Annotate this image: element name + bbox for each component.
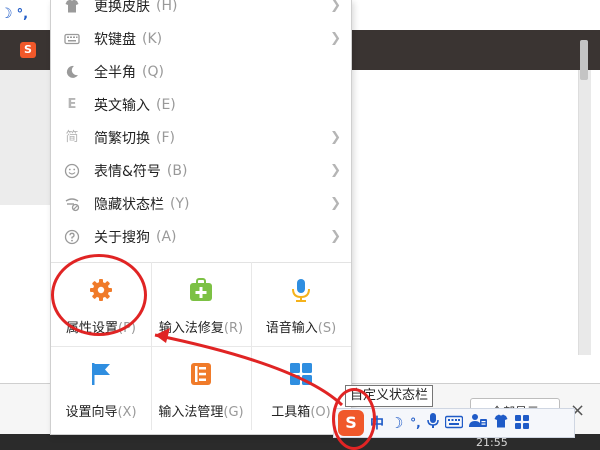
menu-item-label: 更换皮肤 — [94, 0, 150, 15]
help-icon — [64, 229, 80, 245]
menu-item-shortcut: (F) — [156, 130, 175, 146]
shirt-icon — [64, 0, 80, 14]
menu-item-shortcut: (A) — [156, 229, 177, 245]
menu-item-full-half-width[interactable]: 全半角 (Q) — [51, 56, 351, 88]
repair-kit-icon — [188, 277, 214, 303]
keyboard-icon — [64, 31, 80, 47]
tile-label: 设置向导(X) — [65, 405, 137, 420]
keyboard-icon[interactable] — [445, 414, 464, 433]
chevron-right-icon: ❯ — [330, 130, 341, 145]
punct-mode-label: °, — [16, 6, 29, 22]
menu-item-label: 英文输入 — [94, 98, 150, 114]
chevron-right-icon: ❯ — [330, 196, 341, 211]
tile-setup-wizard[interactable]: 设置向导(X) — [51, 347, 151, 431]
menu-item-label: 全半角 — [94, 65, 136, 81]
menu-item-change-skin[interactable]: 更换皮肤 (H) ❯ — [51, 0, 351, 22]
menu-item-emoji-symbols[interactable]: 表情&符号 (B) ❯ — [51, 155, 351, 187]
microphone-icon — [288, 277, 314, 303]
highlight-circle — [51, 254, 147, 336]
menu-item-shortcut: (E) — [156, 97, 176, 113]
menu-item-label: 隐藏状态栏 — [94, 197, 164, 213]
menu-item-shortcut: (B) — [166, 163, 188, 179]
menu-item-label: 表情&符号 — [94, 164, 161, 180]
background-scrollbar[interactable] — [578, 70, 591, 355]
punctuation-toggle[interactable]: °, — [409, 416, 421, 430]
chevron-right-icon: ❯ — [330, 0, 341, 13]
menu-item-shortcut: (Q) — [142, 64, 164, 80]
tile-label: 输入法修复(R) — [158, 321, 244, 336]
moon-icon: ☽ — [0, 6, 13, 22]
moon-icon[interactable]: ☽ — [390, 414, 403, 432]
menu-item-hide-statusbar[interactable]: 隐藏状态栏 (Y) ❯ — [51, 188, 351, 220]
chevron-right-icon: ❯ — [330, 163, 341, 178]
grid-icon — [288, 361, 314, 387]
menu-item-soft-keyboard[interactable]: 软键盘 (K) ❯ — [51, 23, 351, 55]
flag-icon — [88, 361, 114, 387]
menu-item-shortcut: (Y) — [170, 196, 190, 212]
shirt-icon[interactable] — [493, 413, 509, 433]
tile-label: 输入法管理(G) — [158, 405, 244, 420]
jian-char-icon: 简 — [65, 130, 79, 145]
tile-voice-input[interactable]: 语音输入(S) — [251, 263, 351, 347]
ime-context-menu: 更换皮肤 (H) ❯ 软键盘 (K) ❯ 全半角 (Q) E 英文输入 (E) … — [50, 0, 352, 435]
menu-item-about-sogou[interactable]: 关于搜狗 (A) ❯ — [51, 221, 351, 253]
chevron-right-icon: ❯ — [330, 229, 341, 244]
scrollbar-thumb[interactable] — [580, 40, 588, 80]
chevron-right-icon: ❯ — [330, 31, 341, 46]
moon-icon — [64, 64, 80, 80]
background-sidebar — [0, 70, 50, 205]
highlight-circle — [332, 388, 376, 450]
tile-ime-repair[interactable]: 输入法修复(R) — [151, 263, 251, 347]
menu-item-shortcut: (H) — [156, 0, 178, 14]
sogou-logo-icon: S — [20, 42, 36, 58]
grid-icon[interactable] — [515, 414, 530, 433]
background-ime-mini-bar: ☽ °, — [0, 6, 28, 22]
menu-item-english-input[interactable]: E 英文输入 (E) — [51, 89, 351, 121]
smiley-icon — [64, 163, 80, 179]
tile-label: 语音输入(S) — [265, 321, 337, 336]
menu-item-simplified-traditional[interactable]: 简 简繁切换 (F) ❯ — [51, 122, 351, 154]
ime-manager-icon — [188, 361, 214, 387]
menu-item-label: 软键盘 — [94, 32, 136, 48]
menu-item-shortcut: (K) — [142, 31, 163, 47]
hide-statusbar-icon — [64, 196, 80, 212]
microphone-icon[interactable] — [427, 413, 440, 433]
user-settings-icon[interactable] — [469, 413, 488, 433]
menu-item-label: 简繁切换 — [94, 131, 150, 147]
tile-ime-manager[interactable]: 输入法管理(G) — [151, 347, 251, 431]
menu-item-label: 关于搜狗 — [94, 230, 150, 246]
english-e-icon: E — [67, 97, 77, 112]
